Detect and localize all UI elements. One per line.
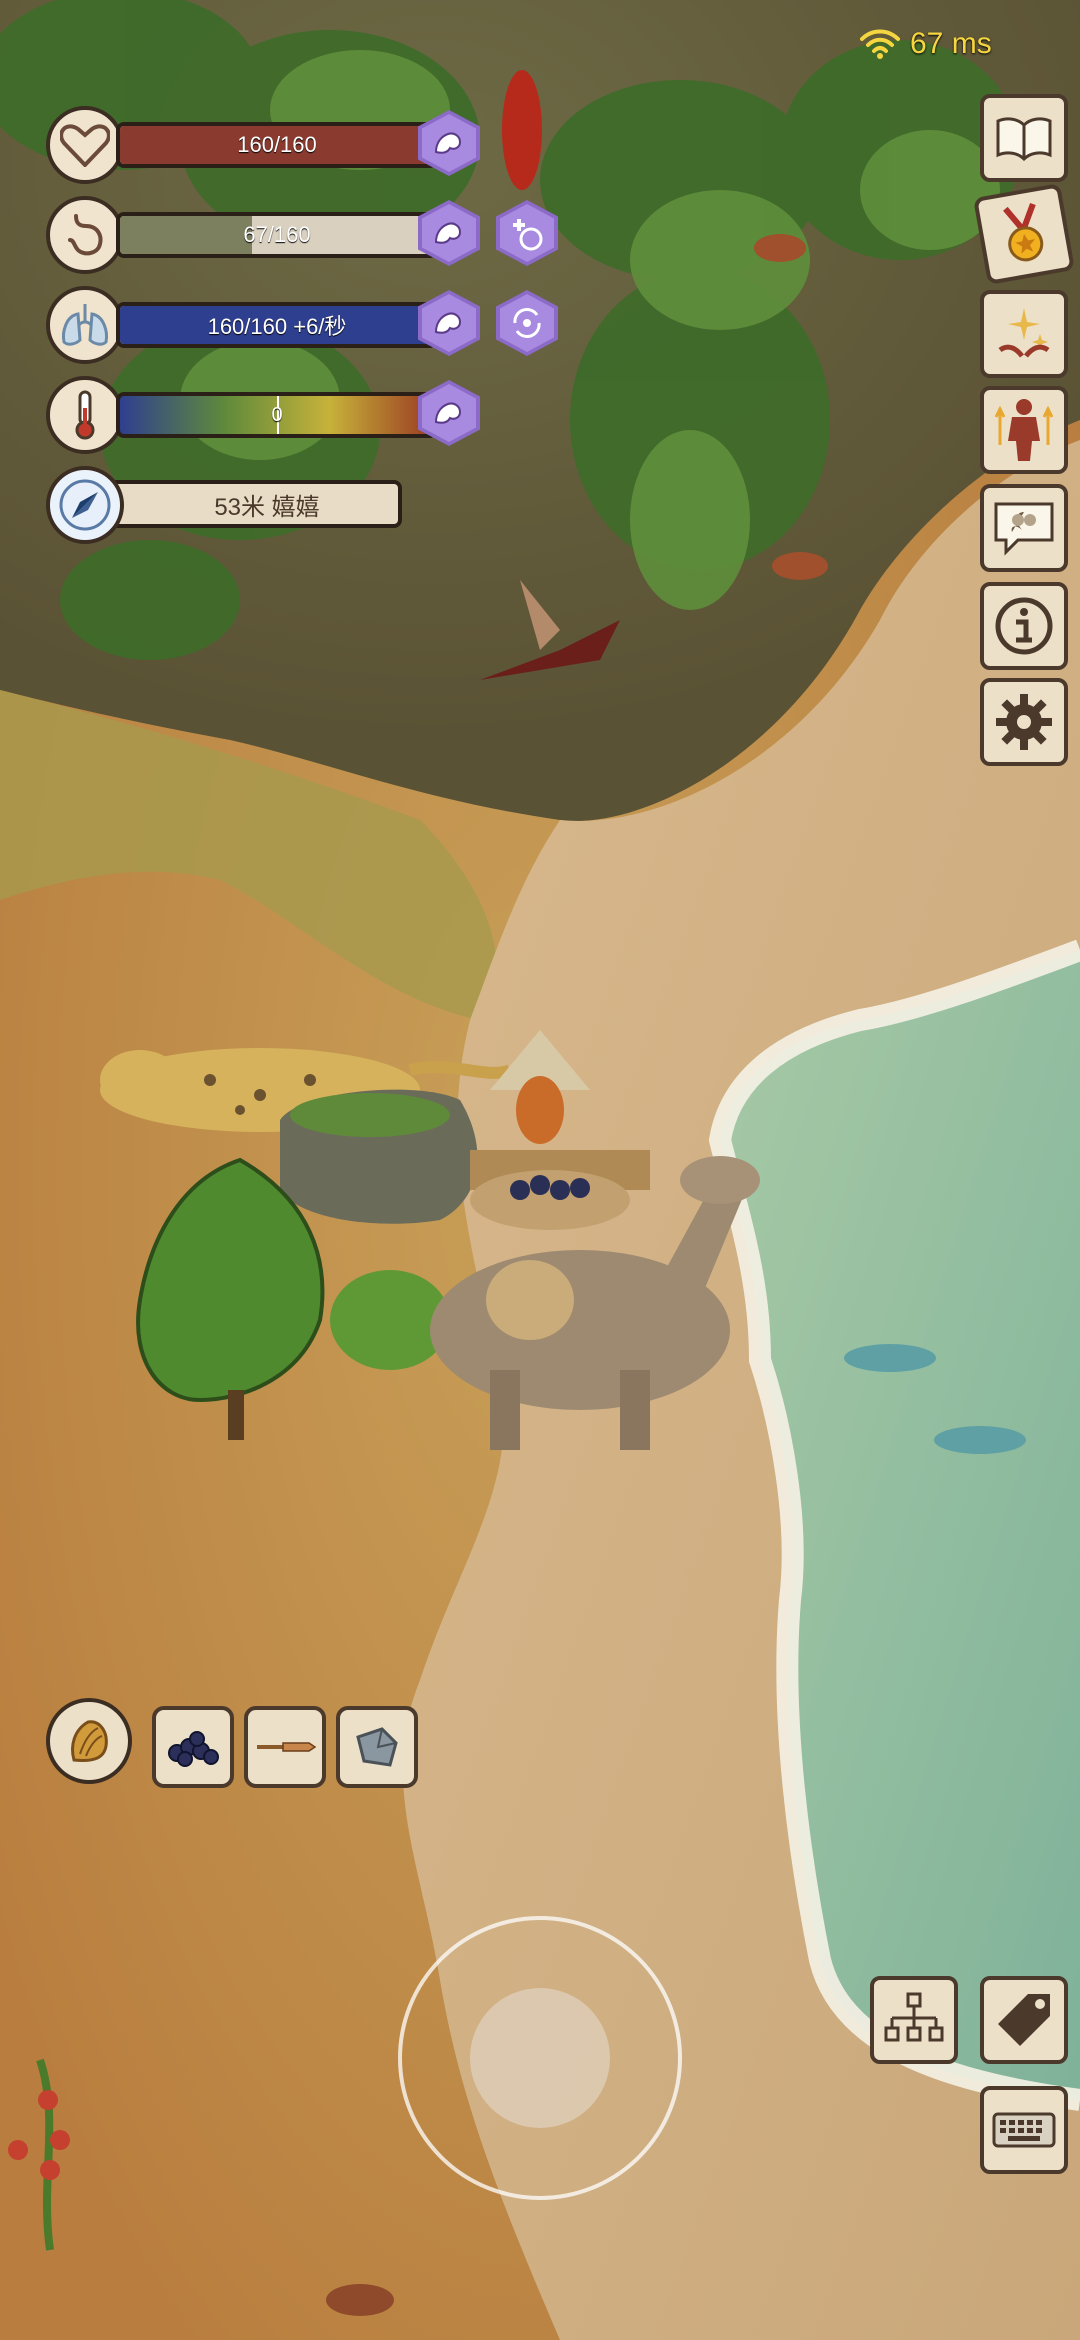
temperature-value: 0: [271, 403, 283, 426]
breath-bar: 160/160 +6/秒: [116, 302, 438, 348]
health-bar: 160/160: [116, 122, 438, 168]
chat-button[interactable]: [980, 484, 1068, 572]
inventory-slot-knife[interactable]: [244, 1706, 326, 1788]
hunger-bar: 67/160: [116, 212, 438, 258]
inventory-slot-stone[interactable]: [336, 1706, 418, 1788]
skills-button[interactable]: [980, 290, 1068, 378]
info-button[interactable]: [980, 582, 1068, 670]
book-button[interactable]: [980, 94, 1068, 182]
sparkle-hands-icon: [998, 308, 1050, 358]
compass-distance: 53米 嬉嬉: [214, 493, 320, 521]
knife-icon: [257, 1742, 317, 1752]
health-value: 160/160: [237, 132, 317, 157]
inventory-slot-berries[interactable]: [152, 1706, 234, 1788]
stomach-icon: [46, 196, 124, 274]
hunger-value: 67/160: [243, 222, 311, 247]
keyboard-button[interactable]: [980, 2086, 1068, 2174]
berries-icon: [168, 1731, 219, 1767]
book-icon: [996, 117, 1052, 161]
settings-button[interactable]: [980, 678, 1068, 766]
lungs-icon: [46, 286, 124, 364]
latency-text: 67 ms: [910, 27, 992, 60]
compass-icon: [46, 466, 124, 544]
movement-joystick[interactable]: [398, 1916, 682, 2200]
tag-button[interactable]: [980, 1976, 1068, 2064]
heart-icon: [46, 106, 124, 184]
chat-bubble-icon: [994, 502, 1054, 556]
hay-bundle-icon: [71, 1720, 108, 1762]
thermometer-icon: [46, 376, 124, 454]
body-upgrade-button[interactable]: [980, 386, 1068, 474]
network-status: 67 ms: [860, 22, 992, 66]
breath-value: 160/160 +6/秒: [207, 314, 347, 339]
tech-tree-button[interactable]: [870, 1976, 958, 2064]
stone-icon: [356, 1727, 398, 1767]
held-item-slot[interactable]: [46, 1698, 132, 1784]
temperature-bar: 0: [116, 392, 438, 438]
info-icon: [995, 597, 1053, 655]
medal-icon: [1003, 202, 1044, 262]
settings-gear-icon: [996, 694, 1052, 750]
tag-icon: [998, 1994, 1050, 2046]
wifi-icon: [860, 29, 900, 59]
compass-bar: 53米 嬉嬉: [96, 480, 402, 528]
tech-tree-icon: [884, 1992, 944, 2042]
achievements-button[interactable]: [973, 183, 1075, 285]
keyboard-icon: [992, 2112, 1056, 2148]
joystick-knob[interactable]: [470, 1988, 610, 2128]
body-upgrade-icon: [994, 399, 1054, 461]
